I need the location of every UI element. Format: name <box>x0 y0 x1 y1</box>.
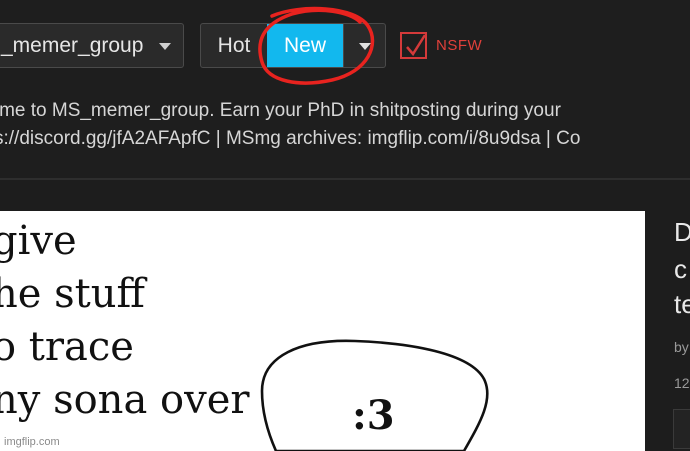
sidebar-title-line: te <box>674 289 690 319</box>
stream-links-line-2[interactable]: s://discord.gg/jfA2AFApfC | MSmg archive… <box>0 128 580 150</box>
sidebar-title-line: c <box>674 254 687 284</box>
stream-description-line-1: come to MS_memer_group. Earn your PhD in… <box>0 100 561 121</box>
nsfw-label: NSFW <box>436 37 483 54</box>
sort-new-button[interactable]: New <box>267 24 343 67</box>
sidebar-preview[interactable]: D c te by 12 <box>645 211 690 451</box>
sort-toggle: Hot New <box>200 23 386 68</box>
chevron-down-icon <box>159 43 171 50</box>
stream-header: _memer_group Hot New NSFW come to MS_mem… <box>0 0 690 180</box>
checkmark-icon <box>406 34 427 57</box>
sidebar-title-line: D <box>674 217 690 247</box>
meme-image[interactable]: give he stuff o trace ny sona over :3 im… <box>0 211 645 451</box>
watermark: imgflip.com <box>4 436 60 448</box>
doodle-face: :3 <box>260 339 489 451</box>
sidebar-author[interactable]: by <box>674 339 689 355</box>
sidebar-count: 12 <box>674 375 690 391</box>
stream-select[interactable]: _memer_group <box>0 23 184 68</box>
sidebar-card[interactable] <box>673 409 690 449</box>
nsfw-checkbox[interactable] <box>400 32 427 59</box>
stream-links: s://discord.gg/jfA2AFApfC | MSmg archive… <box>0 128 690 150</box>
sort-more-dropdown[interactable] <box>343 24 385 67</box>
stream-select-label: _memer_group <box>1 34 144 57</box>
sort-hot-button[interactable]: Hot <box>201 24 267 67</box>
face-text: :3 <box>352 392 395 439</box>
chevron-down-icon <box>359 43 371 50</box>
stream-description: come to MS_memer_group. Earn your PhD in… <box>0 100 690 122</box>
